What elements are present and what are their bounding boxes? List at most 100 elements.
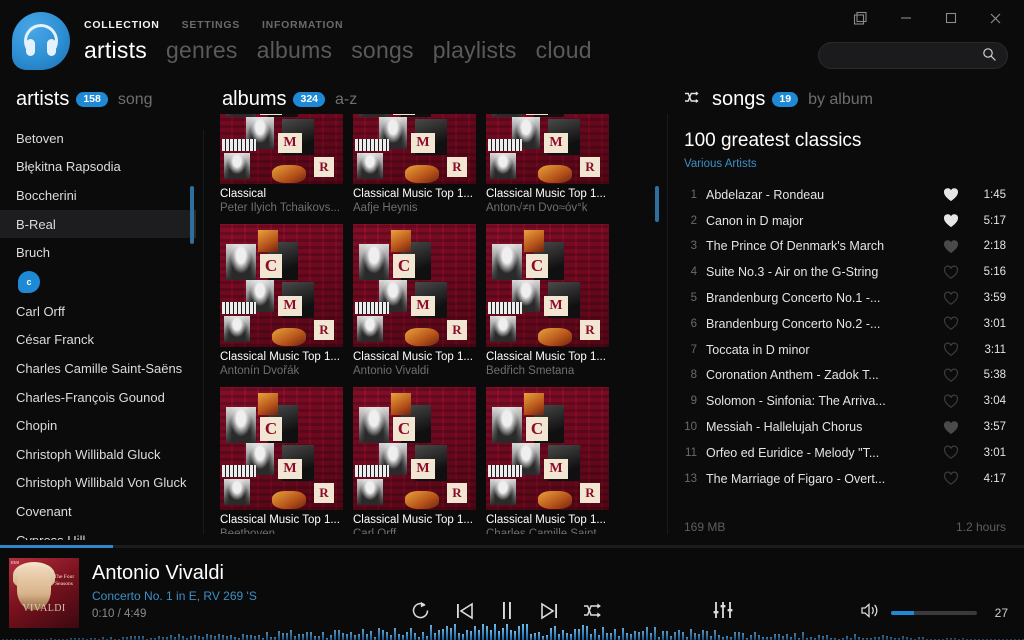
shuffle-songs-icon[interactable]: [684, 90, 702, 110]
menu-item-collection[interactable]: COLLECTION: [84, 19, 160, 31]
album-cover-art[interactable]: CMR: [353, 224, 476, 347]
song-row[interactable]: 3 The Prince Of Denmark's March 2:18: [672, 234, 1024, 260]
tab-songs[interactable]: songs: [351, 37, 414, 64]
albums-scrollbar-thumb[interactable]: [655, 186, 659, 222]
artist-list-item[interactable]: Betoven: [0, 124, 196, 153]
maximize-icon[interactable]: [928, 2, 973, 34]
song-row[interactable]: 6 Brandenburg Concerto No.2 -... 3:01: [672, 311, 1024, 337]
album-card[interactable]: C M R Classical Music Top 1... Bedřich Smeta…: [486, 224, 609, 377]
menu-item-settings[interactable]: SETTINGS: [182, 19, 240, 31]
visualizer-bar: [338, 630, 340, 640]
track-duration: 5:38: [983, 369, 1006, 382]
artist-list-item[interactable]: B-Real: [0, 209, 196, 239]
artist-list-item[interactable]: Christoph Willibald Von Gluck: [0, 469, 196, 498]
album-cover-art[interactable]: CMR: [486, 224, 609, 347]
repeat-button[interactable]: [410, 600, 431, 621]
artist-letter-group[interactable]: c: [0, 267, 196, 297]
album-card[interactable]: CMR Classical Music Top 1... Aafje Heynis: [353, 114, 476, 214]
visualizer-bar: [406, 631, 408, 640]
artists-scrollbar-thumb[interactable]: [190, 186, 194, 244]
favorite-heart-icon[interactable]: [930, 239, 972, 254]
album-cover-art[interactable]: CMR: [220, 114, 343, 184]
song-row[interactable]: 10 Messiah - Hallelujah Chorus 3:57: [672, 414, 1024, 440]
song-rows[interactable]: 1 Abdelazar - Rondeau 1:45 2 Canon in D majo…: [672, 182, 1024, 512]
song-row[interactable]: 9 Solomon - Sinfonia: The Arriva... 3:04: [672, 388, 1024, 414]
duplicate-window-icon[interactable]: [838, 2, 883, 34]
next-button[interactable]: [539, 602, 559, 620]
favorite-heart-icon[interactable]: [930, 213, 972, 228]
favorite-heart-icon[interactable]: [930, 394, 972, 409]
tab-genres[interactable]: genres: [166, 37, 238, 64]
song-row[interactable]: 4 Suite No.3 - Air on the G-String 5:16: [672, 259, 1024, 285]
menu-item-information[interactable]: INFORMATION: [262, 19, 343, 31]
close-icon[interactable]: [973, 2, 1018, 34]
artist-list-item[interactable]: Charles-François Gounod: [0, 383, 196, 412]
albums-grid[interactable]: CMRClassicalPeter Ilyich Tchaikovs...CMR…: [220, 114, 650, 534]
tab-playlists[interactable]: playlists: [433, 37, 517, 64]
favorite-heart-icon[interactable]: [930, 342, 972, 357]
favorite-heart-icon[interactable]: [930, 187, 972, 202]
album-card[interactable]: C M R Classical Music Top 1... Charles Camil…: [486, 387, 609, 534]
favorite-heart-icon[interactable]: [930, 368, 972, 383]
favorite-heart-icon[interactable]: [930, 316, 972, 331]
artist-list-item[interactable]: Carl Orff: [0, 297, 196, 326]
song-row[interactable]: 5 Brandenburg Concerto No.1 -... 3:59: [672, 285, 1024, 311]
album-card[interactable]: C M R Classical Music Top 1... Antonín Dvořá…: [220, 224, 343, 377]
artist-list-item[interactable]: César Franck: [0, 326, 196, 355]
song-row[interactable]: 11 Orfeo ed Euridice - Melody "T... 3:01: [672, 440, 1024, 466]
album-cover-art[interactable]: CMR: [220, 387, 343, 510]
now-playing-album-art[interactable]: EMI The Four Seasons VIVALDI: [9, 558, 79, 628]
favorite-heart-icon[interactable]: [930, 291, 972, 306]
artist-list-item[interactable]: Charles Camille Saint-Saëns: [0, 354, 196, 383]
artist-list-item[interactable]: Boccherini: [0, 181, 196, 210]
album-cover-art[interactable]: CMR: [353, 387, 476, 510]
now-playing-track[interactable]: Concerto No. 1 in E, RV 269 'S: [92, 589, 257, 603]
artist-list-item[interactable]: Christoph Willibald Gluck: [0, 440, 196, 469]
favorite-heart-icon[interactable]: [930, 445, 972, 460]
artists-sort-label[interactable]: song: [118, 91, 153, 109]
song-row[interactable]: 2 Canon in D major 5:17: [672, 208, 1024, 234]
artist-list-item[interactable]: Chopin: [0, 411, 196, 440]
minimize-icon[interactable]: [883, 2, 928, 34]
favorite-heart-icon[interactable]: [930, 265, 972, 280]
albums-sort-label[interactable]: a-z: [335, 91, 357, 109]
artist-list-item[interactable]: Covenant: [0, 497, 196, 526]
album-card[interactable]: C M R Classical Music Top 1... Carl Orff: [353, 387, 476, 534]
pause-button[interactable]: [499, 601, 515, 620]
artist-list-item[interactable]: Bruch: [0, 238, 196, 267]
visualizer-bar: [826, 634, 828, 640]
library-duration: 1.2 hours: [955, 520, 1006, 534]
album-card[interactable]: CMR Classical Peter Ilyich Tchaikovs...: [220, 114, 343, 214]
favorite-heart-icon[interactable]: [930, 471, 972, 486]
tab-artists[interactable]: artists: [84, 37, 147, 64]
shuffle-button[interactable]: [583, 602, 604, 619]
song-row[interactable]: 1 Abdelazar - Rondeau 1:45: [672, 182, 1024, 208]
visualizer-bar: [398, 633, 400, 640]
tab-albums[interactable]: albums: [257, 37, 333, 64]
visualizer-bar: [650, 632, 652, 640]
artist-list-item[interactable]: Cypress Hill: [0, 526, 196, 540]
song-row[interactable]: 7 Toccata in D minor 3:11: [672, 337, 1024, 363]
search-icon[interactable]: [982, 47, 997, 67]
album-card[interactable]: C M R Classical Music Top 1... Antonio Vival…: [353, 224, 476, 377]
song-row[interactable]: 8 Coronation Anthem - Zadok T... 5:38: [672, 363, 1024, 389]
artists-list[interactable]: Betoven Błękitna Rapsodia Boccherini B-Real…: [0, 124, 196, 540]
album-cover-art[interactable]: CMR: [486, 114, 609, 184]
album-cover-art[interactable]: CMR: [486, 387, 609, 510]
previous-button[interactable]: [455, 602, 475, 620]
current-album-artist[interactable]: Various Artists: [684, 158, 757, 170]
visualizer-bar: [390, 635, 392, 640]
favorite-heart-icon[interactable]: [930, 420, 972, 435]
song-row[interactable]: 13 The Marriage of Figaro - Overt... 4:17: [672, 466, 1024, 492]
album-cover-art[interactable]: CMR: [353, 114, 476, 184]
volume-slider[interactable]: [891, 611, 977, 615]
album-cover-art[interactable]: CMR: [220, 224, 343, 347]
songs-sort-label[interactable]: by album: [808, 91, 873, 109]
track-duration: 3:01: [983, 317, 1006, 330]
search-input[interactable]: [818, 42, 1008, 69]
tab-cloud[interactable]: cloud: [536, 37, 592, 64]
album-artist: Anton√≠n Dvo≈óv°k: [486, 202, 588, 214]
album-card[interactable]: CMR Classical Music Top 1... Anton√≠n Dvo≈…: [486, 114, 609, 214]
album-card[interactable]: C M R Classical Music Top 1... Beethoven: [220, 387, 343, 534]
artist-list-item[interactable]: Błękitna Rapsodia: [0, 153, 196, 182]
